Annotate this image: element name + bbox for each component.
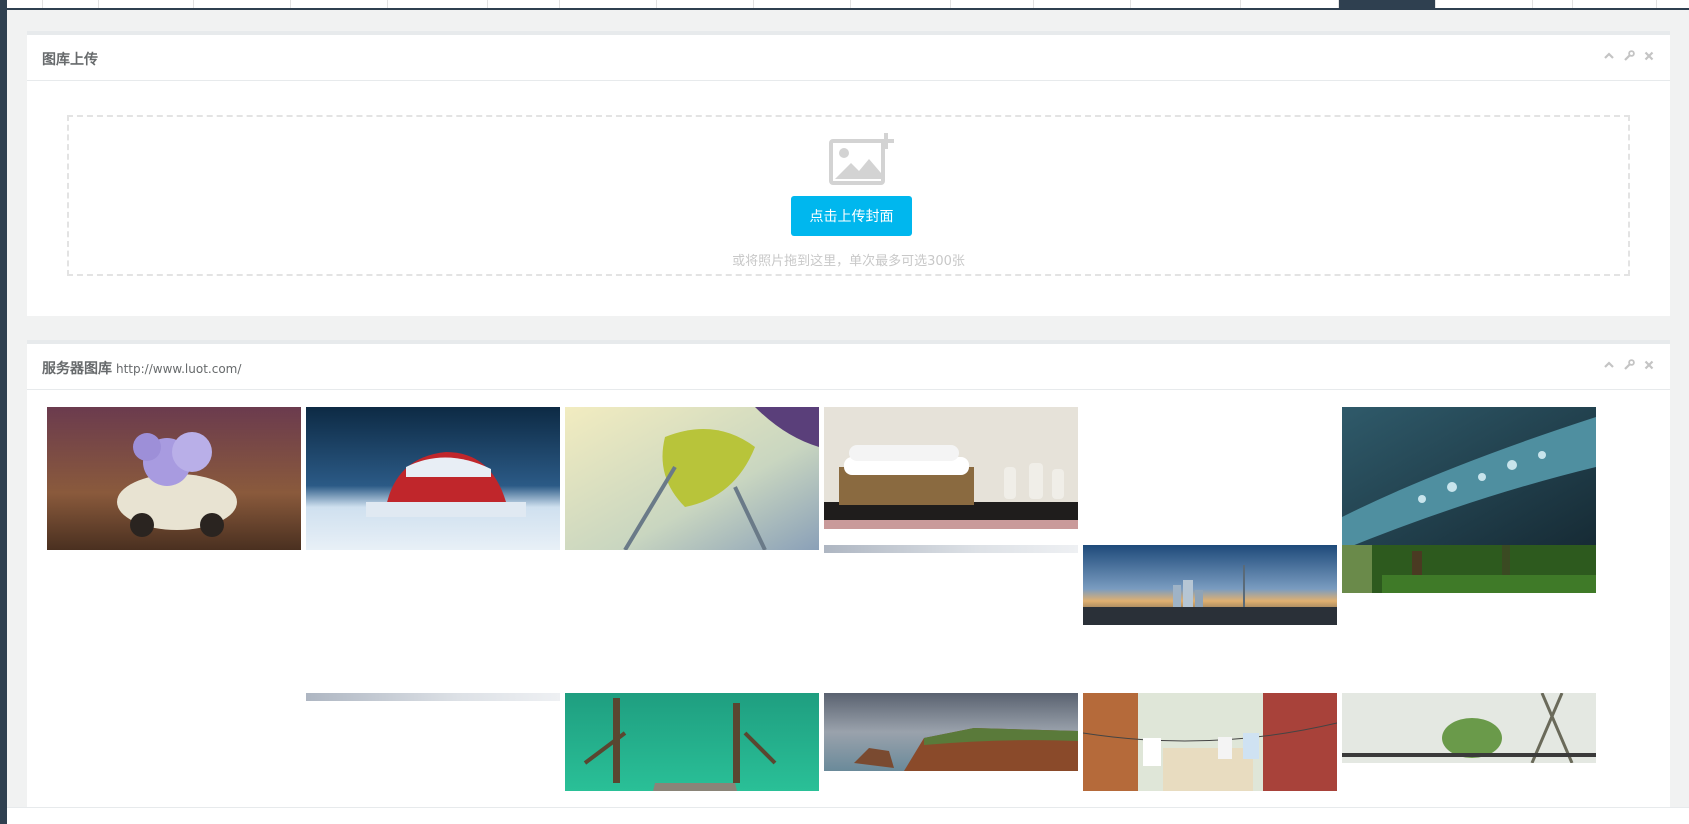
close-icon[interactable]: [1642, 358, 1656, 372]
photo-toy-car-flowers[interactable]: [47, 407, 301, 550]
photo-coastal-cliffs[interactable]: [824, 693, 1078, 771]
tab[interactable]: [194, 0, 291, 8]
tab[interactable]: [1436, 0, 1533, 8]
tab[interactable]: [7, 0, 43, 8]
close-icon[interactable]: [1642, 49, 1656, 63]
tab[interactable]: [43, 0, 99, 8]
photo-water-drops-leaf[interactable]: [1342, 407, 1596, 550]
tab[interactable]: [657, 0, 754, 8]
tab[interactable]: [1034, 0, 1131, 8]
upload-panel: 图库上传 点击上传封面 或将照片拖到这里，单次最多可选300张: [27, 31, 1670, 316]
panel-title: 图库上传: [42, 52, 98, 68]
gallery-title: 服务器图库: [42, 361, 112, 377]
chevron-up-icon[interactable]: [1602, 358, 1616, 372]
tab[interactable]: [1241, 0, 1339, 8]
upload-dropzone[interactable]: 点击上传封面 或将照片拖到这里，单次最多可选300张: [67, 115, 1630, 276]
photo-city-skyline[interactable]: [1083, 545, 1337, 625]
panel-tools: [1602, 49, 1656, 63]
tab[interactable]: [291, 0, 388, 8]
chevron-up-icon[interactable]: [1602, 49, 1616, 63]
top-tab-strip: [7, 0, 1689, 10]
tab[interactable]: [1533, 0, 1573, 8]
image-add-icon: [829, 131, 895, 189]
photo-red-beetle-snow[interactable]: [306, 407, 560, 550]
photo-loading-strip[interactable]: [306, 693, 560, 701]
panel-header: 服务器图库 http://www.luot.com/: [27, 344, 1670, 390]
tab[interactable]: [388, 0, 488, 8]
tab-active[interactable]: [1339, 0, 1436, 8]
tab[interactable]: [754, 0, 851, 8]
photo-green-forest[interactable]: [1342, 545, 1596, 593]
photo-laundry-street[interactable]: [1083, 693, 1337, 791]
tab[interactable]: [99, 0, 194, 8]
photo-wooden-pier-lagoon[interactable]: [565, 693, 819, 791]
tab[interactable]: [951, 0, 1034, 8]
panel-title: 服务器图库 http://www.luot.com/: [42, 358, 241, 378]
tab[interactable]: [1131, 0, 1241, 8]
photo-loading-strip[interactable]: [824, 545, 1078, 553]
dropzone-hint: 或将照片拖到这里，单次最多可选300张: [732, 254, 965, 269]
tab[interactable]: [851, 0, 951, 8]
tab[interactable]: [488, 0, 560, 8]
photo-garden-balcony[interactable]: [1342, 693, 1596, 763]
image-gallery: [27, 391, 1670, 791]
tab[interactable]: [1573, 0, 1657, 8]
wrench-icon[interactable]: [1622, 49, 1636, 63]
photo-towels-basket[interactable]: [824, 407, 1078, 529]
tab[interactable]: [560, 0, 657, 8]
sidebar-edge: [0, 0, 7, 824]
footer-bar: [7, 807, 1689, 824]
gallery-url: http://www.luot.com/: [116, 362, 242, 376]
panel-header: 图库上传: [27, 35, 1670, 81]
photo-yellow-leaf[interactable]: [565, 407, 819, 550]
upload-button[interactable]: 点击上传封面: [791, 196, 912, 236]
gallery-panel: 服务器图库 http://www.luot.com/: [27, 340, 1670, 810]
wrench-icon[interactable]: [1622, 358, 1636, 372]
panel-tools: [1602, 358, 1656, 372]
